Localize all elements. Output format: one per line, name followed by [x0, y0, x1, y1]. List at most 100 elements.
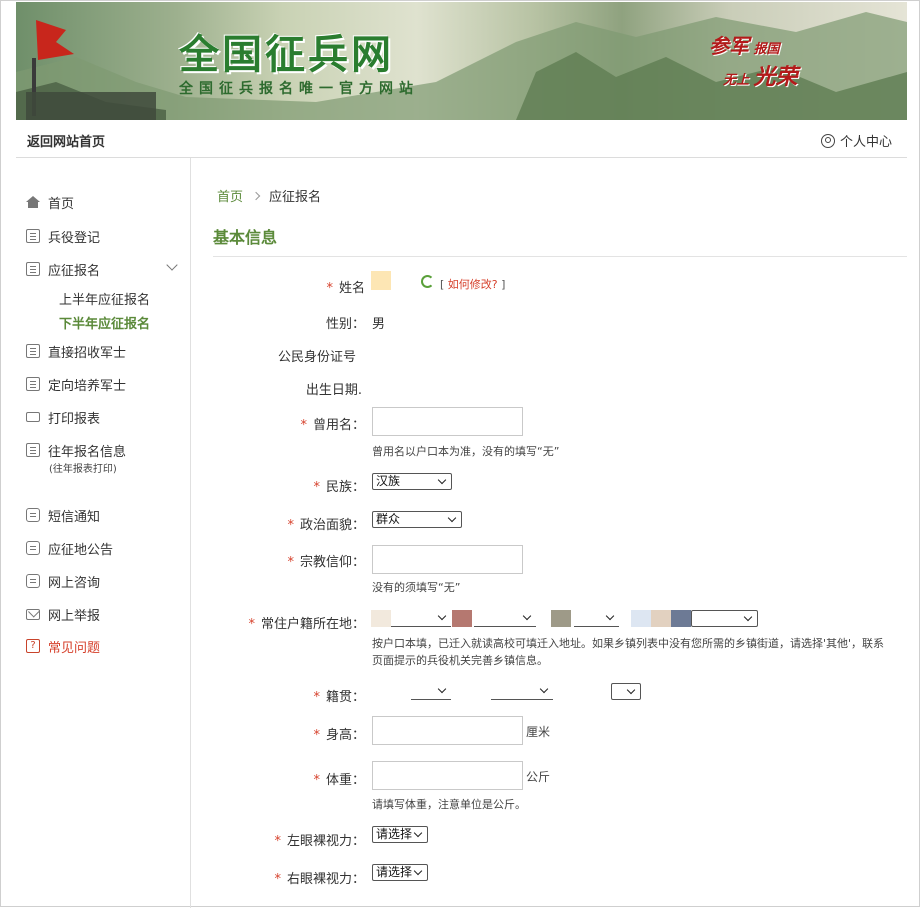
history-note: (往年报表打印): [49, 464, 117, 475]
sidebar-item-print[interactable]: 打印报表: [26, 406, 100, 428]
alias-label: * 曾用名：: [300, 414, 365, 433]
alias-hint: 曾用名以户口本为准，没有的填写“无”: [372, 445, 560, 458]
site-subtitle: 全国征兵报名唯一官方网站: [179, 81, 419, 97]
residence-hint-line: 按户口本填，已迁入就读高校可填迁入地址。如果乡镇列表中没有您所需的乡镇街道，请选…: [372, 637, 885, 650]
sidebar-item-home[interactable]: 首页: [26, 191, 74, 213]
height-label-text: 身高：: [325, 728, 365, 743]
weight-label: * 体重：: [313, 769, 365, 788]
residence-hint: 按户口本填，已迁入就读高校可填迁入地址。如果乡镇列表中没有您所需的乡镇街道，请选…: [372, 635, 902, 669]
sidebar-item-label: 定向培养军士: [48, 378, 127, 394]
redacted-block: [452, 610, 472, 627]
bracket-open: [: [440, 278, 445, 291]
home-icon: [26, 196, 40, 208]
sidebar: 首页 兵役登记 应征报名 上半年应征报名 下半年应征报名 直接招收军士 定向培养…: [16, 158, 191, 908]
how-to-modify-link[interactable]: [ 如何修改? ]: [440, 276, 505, 292]
right-eye-label: * 右眼裸视力：: [274, 868, 365, 887]
political-label: * 政治面貌：: [287, 514, 365, 533]
redacted-block: [631, 610, 651, 627]
alias-input[interactable]: [372, 407, 523, 436]
residence-city-select[interactable]: [474, 610, 536, 627]
sidebar-item-label: 首页: [48, 196, 75, 212]
religion-label-text: 宗教信仰：: [299, 555, 365, 570]
site-title: 全国征兵网: [179, 32, 394, 78]
height-input[interactable]: [372, 716, 523, 745]
sidebar-item-report[interactable]: 网上举报: [26, 603, 100, 625]
height-label: * 身高：: [313, 724, 365, 743]
right-eye-label-text: 右眼裸视力：: [286, 872, 365, 887]
name-label-text: 姓名: [338, 281, 365, 296]
sidebar-item-directed-nco[interactable]: 定向培养军士: [26, 373, 126, 395]
slogan-part: 光荣: [753, 64, 798, 90]
residence-province-select[interactable]: [391, 610, 451, 627]
ethnic-select[interactable]: 汉族: [372, 473, 452, 490]
sidebar-item-label: 兵役登记: [48, 230, 101, 246]
sidebar-item-military-registration[interactable]: 兵役登记: [26, 225, 100, 247]
required-mark: *: [287, 518, 294, 533]
birth-date-label: 出生日期.: [305, 383, 362, 398]
id-number-label: 公民身份证号: [277, 350, 356, 365]
refresh-icon[interactable]: [421, 275, 434, 288]
weight-input[interactable]: [372, 761, 523, 790]
how-to-modify-text: 如何修改?: [447, 278, 498, 291]
sidebar-item-direct-nco[interactable]: 直接招收军士: [26, 340, 126, 362]
gender-label: 性别：: [325, 317, 365, 332]
redacted-block: [651, 610, 671, 627]
sidebar-item-sms[interactable]: 短信通知: [26, 504, 100, 526]
chevron-down-icon[interactable]: [166, 259, 178, 271]
sidebar-item-label: 网上咨询: [48, 575, 101, 591]
residence-county-select[interactable]: [574, 610, 619, 627]
breadcrumb-home-link[interactable]: 首页: [217, 186, 243, 205]
id-card-icon: [26, 229, 40, 243]
sidebar-item-label: 应征地公告: [48, 542, 114, 558]
religion-hint: 没有的须填写“无”: [372, 581, 461, 594]
required-mark: *: [274, 834, 281, 849]
name-label: * 姓名: [326, 277, 365, 296]
residence-town-select[interactable]: [691, 610, 758, 627]
left-eye-label-text: 左眼裸视力：: [286, 834, 365, 849]
alias-label-text: 曾用名：: [312, 418, 365, 433]
redacted-name-value: [371, 271, 391, 290]
left-eye-label: * 左眼裸视力：: [274, 830, 365, 849]
chat-icon: [26, 574, 40, 588]
user-center-link[interactable]: 个人中心: [820, 131, 892, 150]
user-icon: [820, 133, 835, 148]
sidebar-subitem-second-half[interactable]: 下半年应征报名: [59, 313, 150, 332]
ethnic-label-text: 民族：: [325, 480, 365, 495]
sidebar-item-label: 短信通知: [48, 509, 101, 525]
ethnic-label: * 民族：: [313, 476, 365, 495]
political-select[interactable]: 群众: [372, 511, 462, 528]
form-icon: [26, 262, 40, 276]
section-title: 基本信息: [213, 228, 278, 247]
user-center-label: 个人中心: [839, 135, 892, 150]
page-frame: 全国征兵网 全国征兵报名唯一官方网站 参军 报国 无上 光荣 返回网站首页 个人…: [0, 0, 920, 908]
weight-hint: 请填写体重，注意单位是公斤。: [372, 798, 526, 811]
sidebar-item-notice[interactable]: 应征地公告: [26, 537, 113, 559]
religion-label: * 宗教信仰：: [287, 551, 365, 570]
back-to-home-link[interactable]: 返回网站首页: [27, 131, 105, 150]
chat-icon: [26, 508, 40, 522]
redacted-block: [371, 610, 391, 627]
sidebar-subitem-first-half[interactable]: 上半年应征报名: [59, 289, 150, 308]
residence-label: * 常住户籍所在地：: [248, 613, 365, 632]
redacted-block: [671, 610, 691, 627]
chevron-right-icon: [251, 191, 261, 200]
native-province-select[interactable]: [411, 683, 451, 700]
header-banner: 全国征兵网 全国征兵报名唯一官方网站 参军 报国 无上 光荣: [16, 2, 907, 120]
native-county-select[interactable]: [611, 683, 641, 700]
residence-hint-line: 页面提示的兵役机关完善乡镇信息。: [372, 654, 548, 667]
residence-label-text: 常住户籍所在地：: [260, 617, 365, 632]
sidebar-item-label: 打印报表: [48, 411, 101, 427]
sidebar-item-history[interactable]: 往年报名信息: [26, 439, 126, 461]
sidebar-item-enlistment[interactable]: 应征报名: [26, 258, 100, 280]
sidebar-item-consult[interactable]: 网上咨询: [26, 570, 100, 592]
required-mark: *: [313, 773, 320, 788]
slogan-part: 报国: [753, 42, 780, 57]
native-place-label: * 籍贯：: [313, 686, 365, 705]
weight-label-text: 体重：: [325, 773, 365, 788]
religion-input[interactable]: [372, 545, 523, 574]
required-mark: *: [313, 480, 320, 495]
sidebar-item-faq[interactable]: ? 常见问题: [26, 635, 100, 657]
right-eye-select[interactable]: 请选择: [372, 864, 428, 881]
left-eye-select[interactable]: 请选择: [372, 826, 428, 843]
native-city-select[interactable]: [491, 683, 553, 700]
